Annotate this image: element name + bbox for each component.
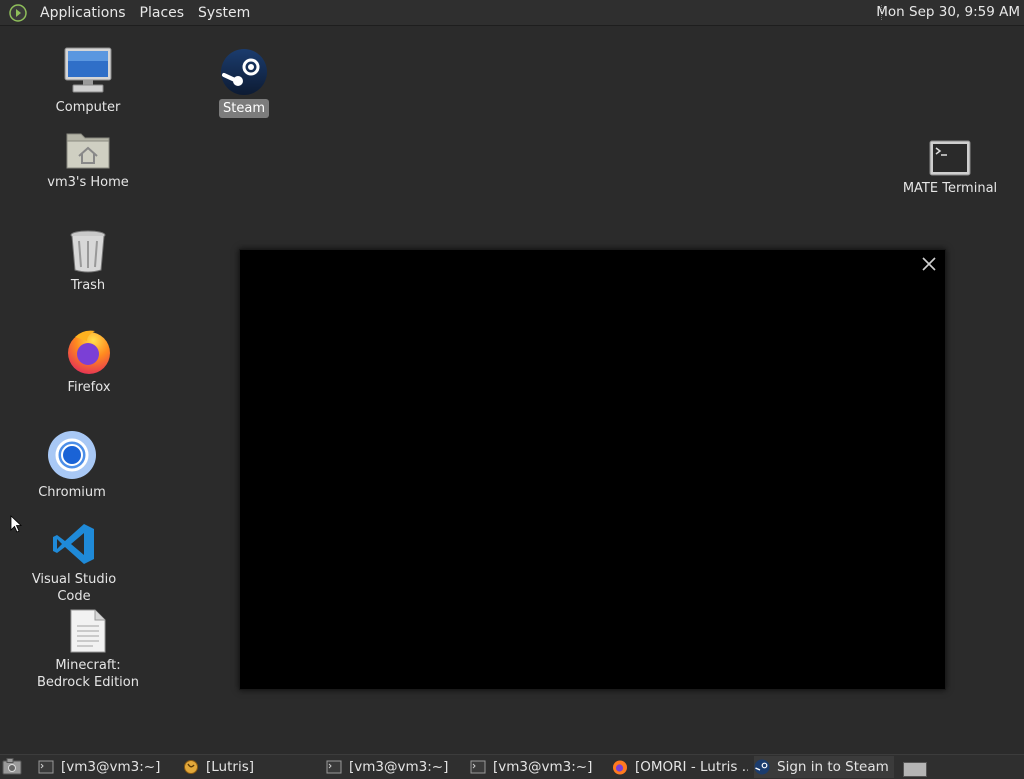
taskbar-item-terminal-3[interactable]: [vm3@vm3:~] bbox=[470, 756, 606, 778]
computer-icon bbox=[64, 47, 112, 93]
desktop-icon-label: Steam bbox=[219, 99, 269, 118]
steam-icon bbox=[221, 49, 267, 95]
workspace-switcher[interactable] bbox=[903, 762, 927, 777]
desktop-icon-label: vm3's Home bbox=[47, 175, 129, 190]
desktop-icon-label: MATE Terminal bbox=[902, 181, 998, 196]
taskbar-item-label: [Lutris] bbox=[206, 759, 255, 775]
taskbar-item-terminal-1[interactable]: [vm3@vm3:~] bbox=[38, 756, 174, 778]
panel-clock[interactable]: Mon Sep 30, 9:59 AM bbox=[876, 4, 1020, 20]
terminal-icon bbox=[38, 760, 54, 774]
menu-places[interactable]: Places bbox=[133, 5, 192, 21]
document-icon bbox=[70, 609, 106, 653]
taskbar-item-steam-signin[interactable]: Sign in to Steam bbox=[754, 756, 894, 778]
menu-system[interactable]: System bbox=[191, 5, 257, 21]
desktop-icon-label: Chromium bbox=[38, 485, 106, 500]
desktop-icon-terminal[interactable]: MATE Terminal bbox=[890, 140, 1010, 198]
steam-icon bbox=[754, 759, 770, 775]
desktop-icon-home[interactable]: vm3's Home bbox=[28, 128, 148, 192]
taskbar-item-label: [vm3@vm3:~] bbox=[61, 759, 161, 775]
chromium-icon bbox=[48, 431, 96, 479]
home-folder-icon bbox=[66, 133, 110, 169]
terminal-icon bbox=[470, 760, 486, 774]
trash-icon bbox=[70, 230, 106, 273]
taskbar-item-label: Sign in to Steam bbox=[777, 759, 889, 775]
lutris-icon bbox=[184, 760, 198, 774]
taskbar-item-label: [vm3@vm3:~] bbox=[493, 759, 593, 775]
firefox-icon bbox=[68, 330, 110, 374]
desktop-icon-label: Computer bbox=[55, 100, 121, 115]
vscode-icon bbox=[53, 524, 94, 564]
desktop-icon-label: Trash bbox=[70, 278, 106, 293]
desktop-icon-computer[interactable]: Computer bbox=[28, 45, 148, 117]
close-icon[interactable] bbox=[921, 256, 937, 272]
taskbar-item-label: [OMORI - Lutris ... bbox=[635, 759, 748, 775]
terminal-icon bbox=[929, 140, 971, 176]
desktop-icon-label: Visual Studio Code bbox=[31, 572, 117, 604]
taskbar-item-omori-lutris[interactable]: [OMORI - Lutris ... bbox=[612, 756, 748, 778]
top-panel: Applications Places System Mon Sep 30, 9… bbox=[0, 0, 1024, 26]
taskbar-item-lutris[interactable]: [Lutris] bbox=[183, 756, 319, 778]
desktop-icon-steam[interactable]: Steam bbox=[184, 48, 304, 118]
mouse-cursor-icon bbox=[10, 515, 22, 533]
terminal-icon bbox=[326, 760, 342, 774]
mate-logo-icon[interactable] bbox=[9, 3, 27, 22]
show-desktop-icon[interactable] bbox=[2, 758, 22, 775]
desktop-icon-trash[interactable]: Trash bbox=[28, 229, 148, 295]
desktop-icon-label: Firefox bbox=[67, 380, 111, 395]
desktop-icon-label: Minecraft: Bedrock Edition bbox=[37, 658, 139, 690]
bottom-panel: [vm3@vm3:~] [Lutris] [vm3@vm3:~] [vm3@vm… bbox=[0, 754, 1024, 779]
taskbar-item-terminal-2[interactable]: [vm3@vm3:~] bbox=[326, 756, 462, 778]
blank-window[interactable] bbox=[239, 249, 946, 690]
desktop-icon-minecraft[interactable]: Minecraft: Bedrock Edition bbox=[28, 609, 148, 692]
firefox-icon bbox=[613, 760, 627, 775]
desktop-icon-chromium[interactable]: Chromium bbox=[12, 430, 132, 502]
desktop-icon-vscode[interactable]: Visual Studio Code bbox=[14, 521, 134, 606]
menu-applications[interactable]: Applications bbox=[33, 5, 133, 21]
desktop-icon-firefox[interactable]: Firefox bbox=[29, 327, 149, 397]
taskbar-item-label: [vm3@vm3:~] bbox=[349, 759, 449, 775]
